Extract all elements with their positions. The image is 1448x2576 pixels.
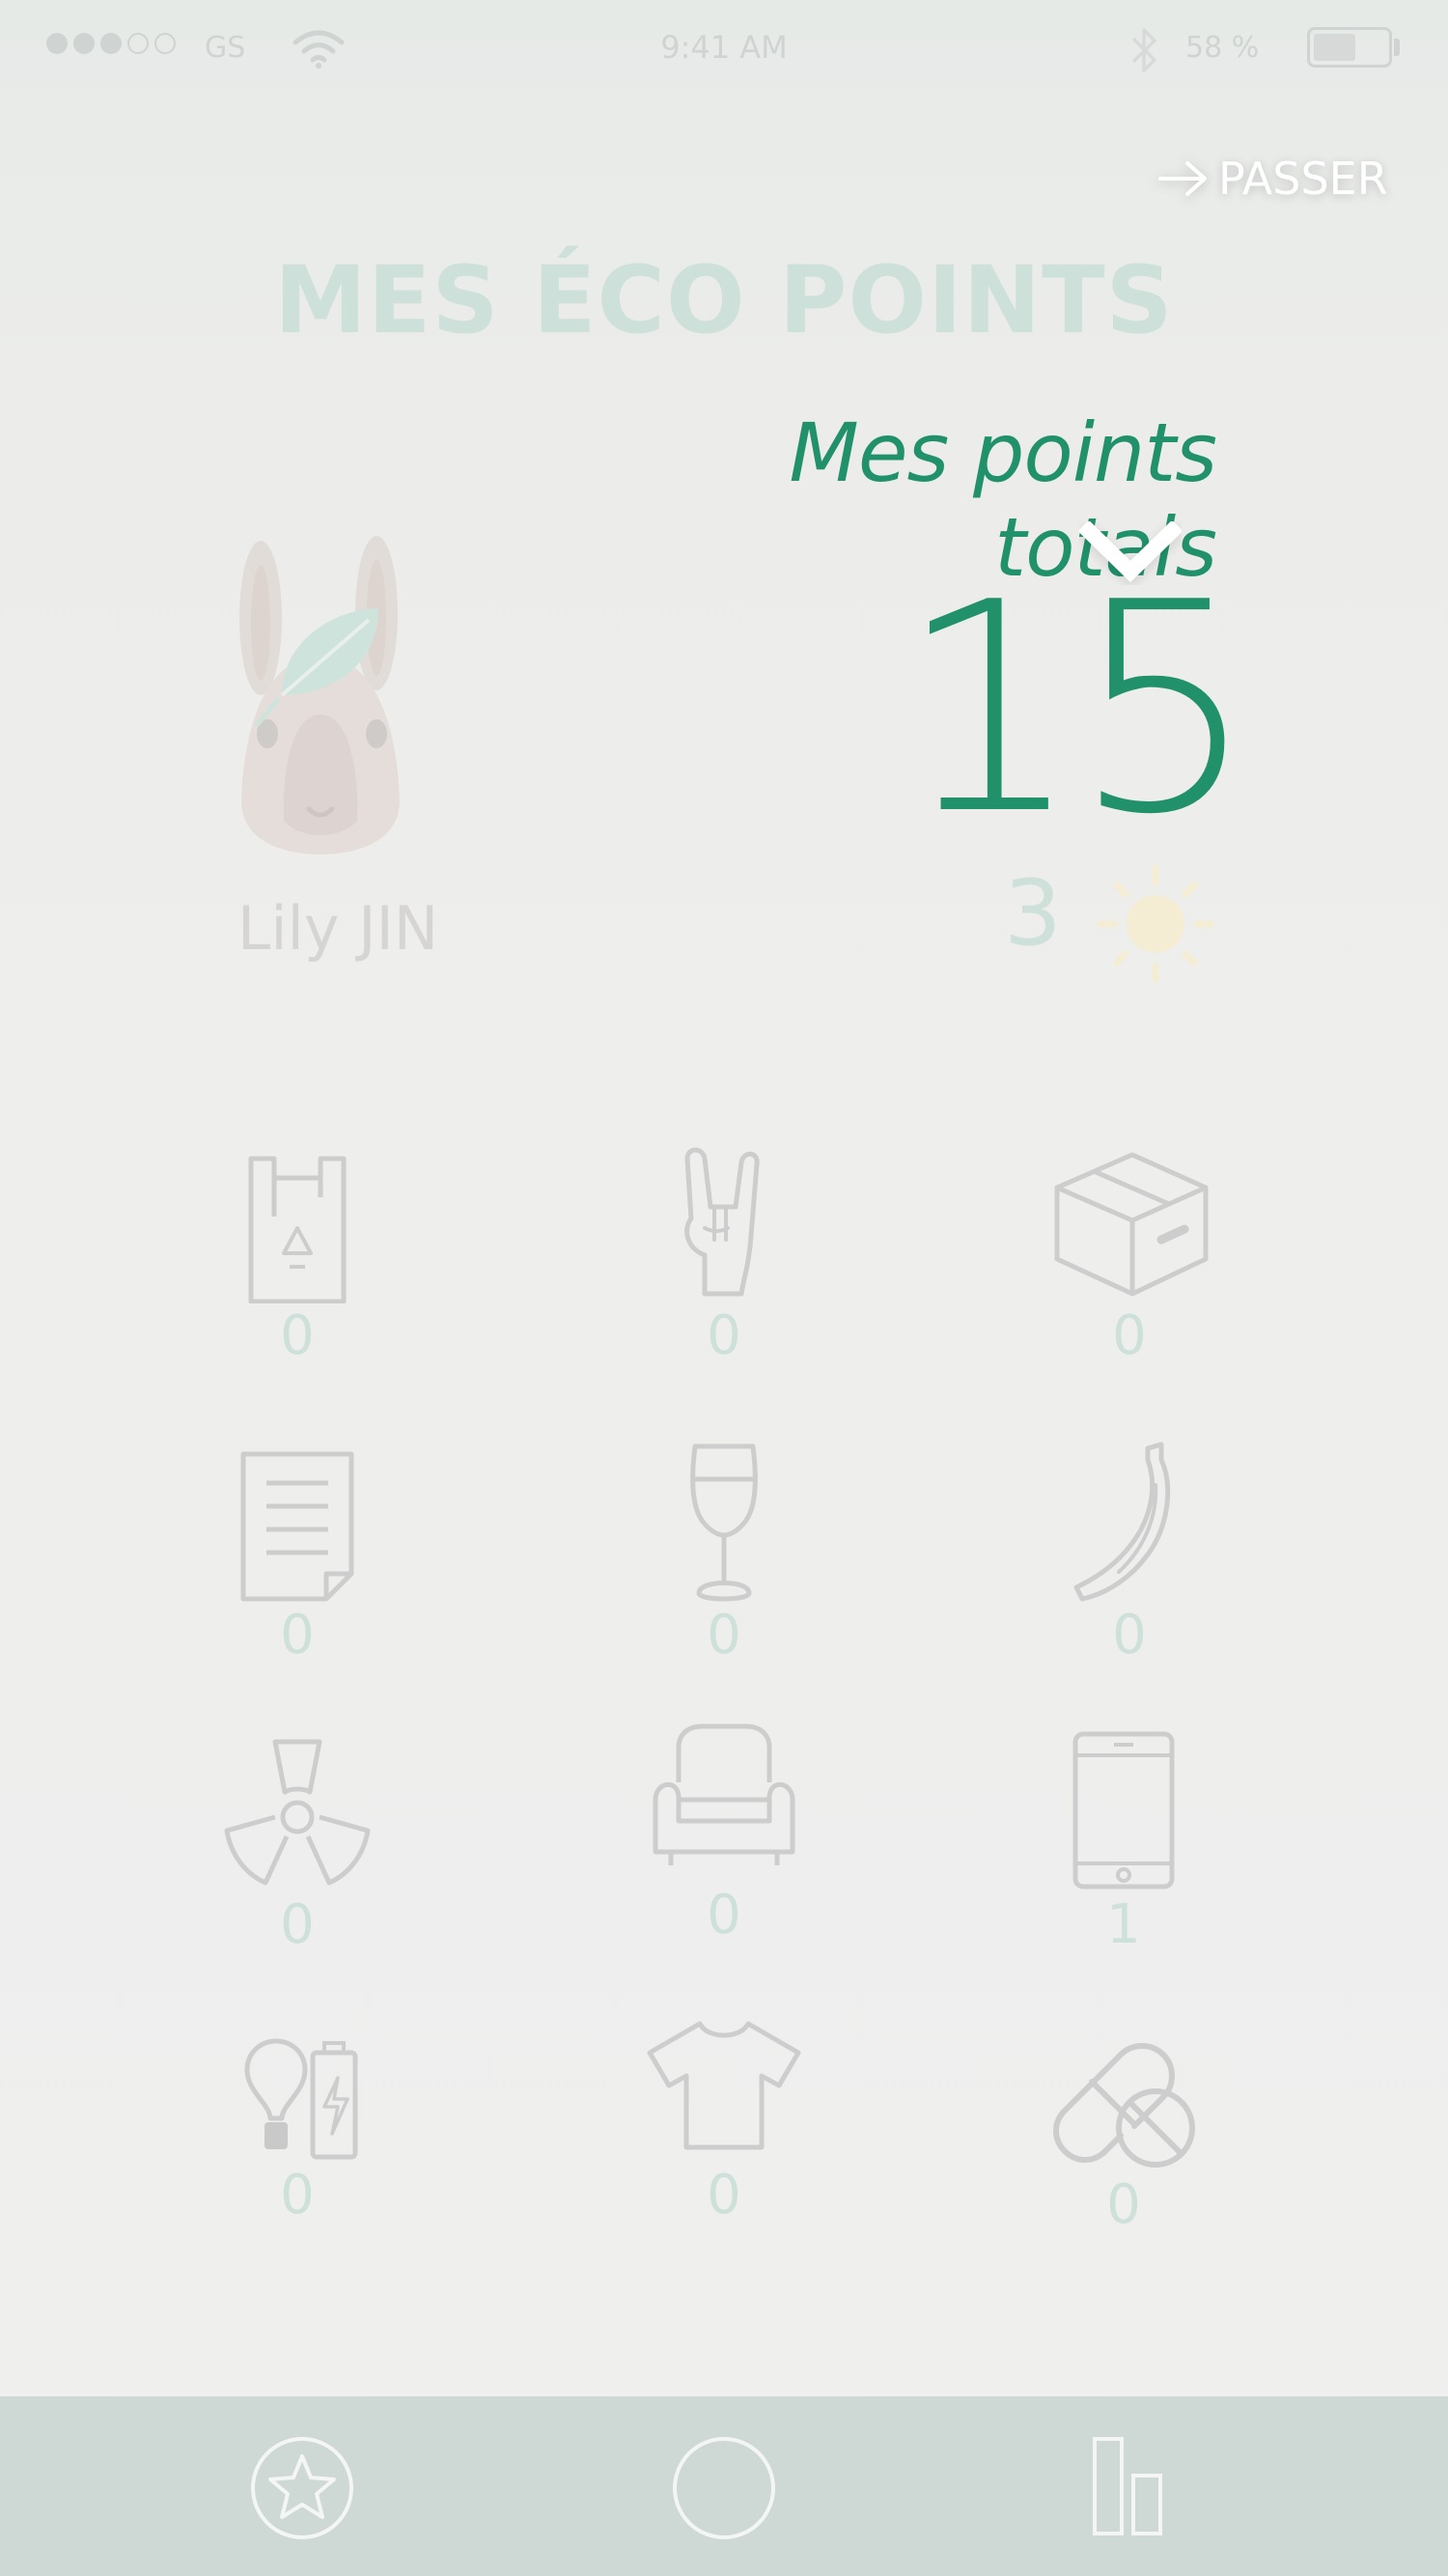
category-count: 0 bbox=[1106, 2173, 1141, 2236]
sun-icon bbox=[1097, 865, 1214, 983]
skip-button[interactable]: PASSER bbox=[1158, 153, 1388, 205]
category-textile[interactable]: 0 bbox=[608, 2018, 840, 2223]
bar-chart-icon[interactable] bbox=[1091, 2431, 1197, 2537]
bulb-battery-icon bbox=[244, 2038, 358, 2160]
category-organic[interactable]: 0 bbox=[1014, 1439, 1245, 1663]
category-glass[interactable]: 0 bbox=[608, 1439, 840, 1663]
circle-icon[interactable] bbox=[671, 2435, 777, 2541]
radioactive-icon bbox=[224, 1739, 371, 1886]
pills-icon bbox=[1053, 2043, 1195, 2168]
suns-count: 3 bbox=[1004, 861, 1062, 966]
category-furniture[interactable]: 0 bbox=[608, 1719, 840, 1943]
category-count: 0 bbox=[707, 1304, 741, 1367]
battery-level bbox=[1314, 34, 1355, 61]
banana-icon bbox=[1073, 1442, 1171, 1602]
category-count: 1 bbox=[1106, 1893, 1141, 1956]
category-count: 0 bbox=[1112, 1304, 1147, 1367]
category-cardboard[interactable]: 0 bbox=[1014, 1139, 1245, 1363]
bottom-nav bbox=[0, 2396, 1448, 2576]
category-count: 0 bbox=[280, 1304, 315, 1367]
category-count: 0 bbox=[707, 1884, 741, 1946]
category-count: 0 bbox=[280, 2164, 315, 2226]
cardboard-box-icon bbox=[1054, 1152, 1209, 1297]
rabbit-avatar[interactable] bbox=[224, 531, 417, 869]
user-name: Lily JIN bbox=[237, 893, 439, 964]
category-hazardous[interactable]: 0 bbox=[181, 1728, 413, 1952]
arrow-right-icon bbox=[1158, 161, 1207, 196]
battery-icon bbox=[1307, 27, 1392, 68]
wine-glass-icon bbox=[690, 1443, 758, 1602]
category-count: 0 bbox=[280, 1604, 315, 1666]
category-count: 0 bbox=[707, 1604, 741, 1666]
category-plastic[interactable]: 0 bbox=[181, 1139, 413, 1363]
tshirt-icon bbox=[647, 2021, 801, 2150]
status-bar: GS 9:41 AM 58 % bbox=[0, 0, 1448, 97]
category-electronics[interactable]: 1 bbox=[1008, 1728, 1239, 1952]
category-count: 0 bbox=[1112, 1604, 1147, 1666]
category-metal[interactable]: 0 bbox=[608, 1139, 840, 1363]
bluetooth-icon bbox=[1131, 28, 1156, 72]
category-paper[interactable]: 0 bbox=[181, 1439, 413, 1663]
category-bulbs-batteries[interactable]: 0 bbox=[181, 2037, 413, 2223]
category-count: 0 bbox=[707, 2164, 741, 2226]
plastic-bag-icon bbox=[248, 1156, 347, 1303]
star-circle-icon[interactable] bbox=[249, 2435, 355, 2541]
paper-document-icon bbox=[240, 1451, 354, 1602]
page-title: MES ÉCO POINTS bbox=[274, 246, 1174, 354]
category-count: 0 bbox=[280, 1893, 315, 1956]
smartphone-icon bbox=[1072, 1731, 1175, 1890]
battery-percentage: 58 % bbox=[1185, 31, 1260, 65]
rock-hand-icon bbox=[684, 1147, 760, 1297]
battery-nub bbox=[1394, 39, 1400, 56]
skip-label: PASSER bbox=[1218, 153, 1388, 205]
category-medicines[interactable]: 0 bbox=[1008, 2018, 1239, 2232]
armchair-icon bbox=[653, 1723, 795, 1865]
total-points-value: 15 bbox=[898, 541, 1257, 878]
